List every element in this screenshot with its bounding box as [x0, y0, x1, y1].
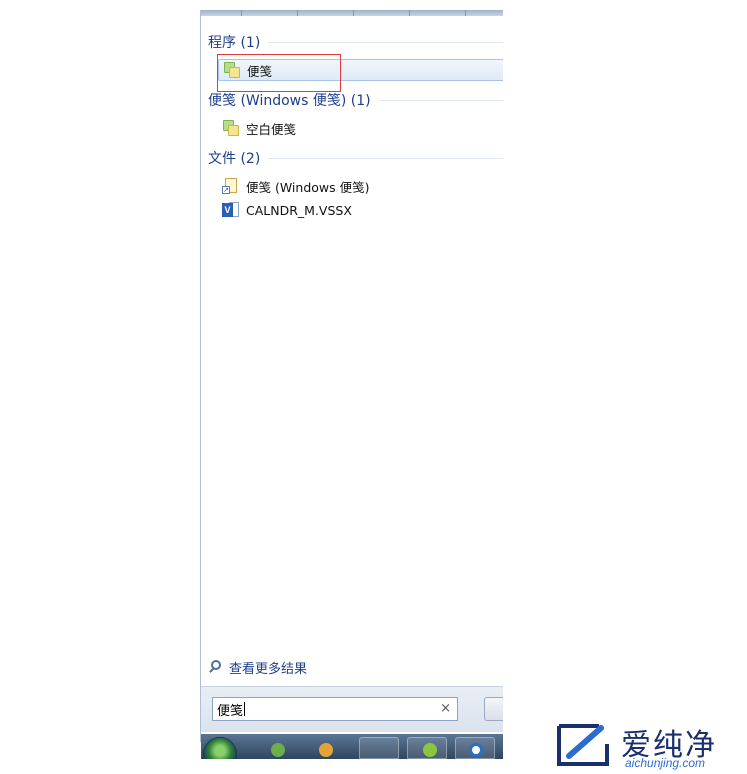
- panel-top-edge: [201, 10, 503, 16]
- taskbar-app-icon: [423, 743, 437, 757]
- see-more-results-link[interactable]: 查看更多结果: [208, 657, 307, 677]
- taskbar: [201, 734, 503, 759]
- group-header-sticky-notes: 便笺 (Windows 便笺) (1): [208, 90, 503, 110]
- annotation-highlight-box: [217, 54, 341, 92]
- result-item-label: 空白便笺: [246, 121, 297, 137]
- group-title: 程序 (1): [208, 35, 261, 51]
- visio-file-icon: V: [222, 201, 240, 219]
- start-orb-icon[interactable]: [203, 737, 237, 759]
- group-divider: [378, 99, 503, 101]
- taskbar-app-icon[interactable]: [319, 743, 333, 757]
- taskbar-app-icon: [469, 743, 483, 757]
- logo-text-en: aichunjing.com: [625, 756, 706, 770]
- group-header-files: 文件 (2): [208, 148, 503, 168]
- shortcut-file-icon: ↗: [222, 177, 240, 195]
- taskbar-button[interactable]: [359, 737, 399, 759]
- watermark-logo: 爱纯净 aichunjing.com: [555, 720, 745, 772]
- taskbar-app-icon[interactable]: [271, 743, 285, 757]
- group-divider: [268, 157, 503, 159]
- shutdown-button[interactable]: [484, 697, 503, 721]
- group-title: 便笺 (Windows 便笺) (1): [208, 93, 371, 109]
- result-item-label: 便笺 (Windows 便笺): [246, 179, 370, 195]
- text-caret: [244, 702, 246, 716]
- search-icon: [208, 659, 224, 675]
- result-item-label: CALNDR_M.VSSX: [246, 202, 352, 218]
- clear-search-icon[interactable]: ×: [440, 701, 451, 717]
- group-header-programs: 程序 (1): [208, 32, 503, 52]
- logo-mark-icon: [557, 724, 609, 766]
- sticky-notes-icon: [222, 119, 240, 137]
- group-title: 文件 (2): [208, 151, 261, 167]
- screenshot-canvas: 程序 (1) 便笺 便笺 (Windows 便笺) (1) 空白便笺 文件 (2…: [0, 0, 747, 774]
- group-divider: [268, 41, 503, 43]
- search-input-value: 便笺: [217, 703, 244, 719]
- result-item-blank-note[interactable]: 空白便笺: [218, 117, 503, 139]
- see-more-label: 查看更多结果: [229, 661, 308, 677]
- result-item-calendar-vssx[interactable]: V CALNDR_M.VSSX: [218, 199, 503, 221]
- search-input[interactable]: 便笺 ×: [212, 697, 458, 721]
- result-item-sticky-notes-file[interactable]: ↗ 便笺 (Windows 便笺): [218, 175, 503, 197]
